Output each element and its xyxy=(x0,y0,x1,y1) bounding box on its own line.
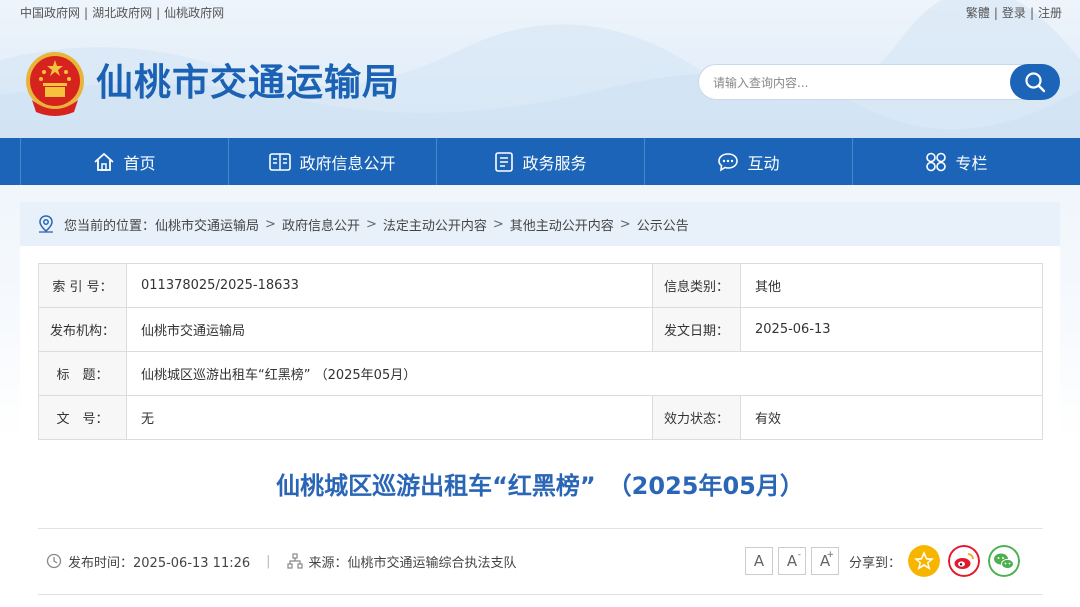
table-row: 文 号： 无 效力状态： 有效 xyxy=(38,395,1043,440)
org-value: 仙桃市交通运输局 xyxy=(126,307,653,352)
category-label: 信息类别： xyxy=(652,263,741,308)
docno-label: 文 号： xyxy=(38,395,127,440)
status-label: 效力状态： xyxy=(652,395,741,440)
nav-home[interactable]: 首页 xyxy=(20,138,229,185)
table-row: 发布机构： 仙桃市交通运输局 发文日期： 2025-06-13 xyxy=(38,307,1043,352)
divider xyxy=(38,594,1043,595)
docno-value: 无 xyxy=(126,395,653,440)
traditional-chinese-link[interactable]: 繁體 xyxy=(966,6,990,20)
nav-info-open-label: 政府信息公开 xyxy=(299,153,396,173)
nav-column-label: 专栏 xyxy=(955,153,988,173)
breadcrumb-item[interactable]: 其他主动公开内容 xyxy=(510,215,614,234)
date-value: 2025-06-13 xyxy=(740,307,1043,352)
divider xyxy=(38,528,1043,529)
search-button[interactable] xyxy=(1010,64,1060,100)
font-default-button[interactable]: A xyxy=(745,547,773,575)
nav-interact-label: 互动 xyxy=(747,153,780,173)
location-pin-icon xyxy=(39,215,53,233)
search-input[interactable] xyxy=(713,73,993,93)
search-icon xyxy=(1025,72,1046,93)
font-size-controls: A A- A + xyxy=(745,547,839,575)
status-value: 有效 xyxy=(740,395,1043,440)
breadcrumb-item[interactable]: 公示公告 xyxy=(637,215,689,234)
home-icon xyxy=(94,152,115,171)
grid-icon xyxy=(926,152,947,171)
font-decrease-button[interactable]: A- xyxy=(778,547,806,575)
login-link[interactable]: 登录 xyxy=(1002,6,1026,20)
site-name[interactable]: 仙桃市交通运输局 xyxy=(96,60,400,106)
weibo-share-icon[interactable] xyxy=(948,545,980,577)
metadata-table: 索 引 号： 011378025/2025-18633 信息类别： 其他 发布机… xyxy=(38,263,1043,440)
main-nav: 首页 政府信息公开 政务服务 互动 专栏 xyxy=(0,138,1080,185)
index-label: 索 引 号： xyxy=(38,263,127,308)
nav-interact[interactable]: 互动 xyxy=(645,138,853,185)
article-title: 仙桃城区巡游出租车“红黑榜” （2025年05月） xyxy=(276,472,804,500)
link-hubei-gov[interactable]: 湖北政府网 xyxy=(92,6,152,20)
nav-service[interactable]: 政务服务 xyxy=(437,138,645,185)
breadcrumb: 您当前的位置： 仙桃市交通运输局 > 政府信息公开 > 法定主动公开内容 > 其他主动… xyxy=(20,202,1060,246)
org-label: 发布机构： xyxy=(38,307,127,352)
clock-icon xyxy=(46,553,62,569)
font-increase-button[interactable]: A + xyxy=(811,547,839,575)
nav-service-label: 政务服务 xyxy=(522,153,587,173)
info-open-icon xyxy=(269,152,292,171)
article-info: 发布时间：2025-06-13 11:26 | 来源：仙桃市交通运输综合执法支队 xyxy=(46,551,517,571)
category-value: 其他 xyxy=(740,263,1043,308)
nav-column[interactable]: 专栏 xyxy=(853,138,1060,185)
title-value: 仙桃城区巡游出租车“红黑榜” （2025年05月） xyxy=(126,351,1043,396)
qzone-share-icon[interactable] xyxy=(908,545,940,577)
search-box xyxy=(698,64,1060,100)
title-label: 标 题： xyxy=(38,351,127,396)
national-emblem-icon xyxy=(26,52,84,116)
breadcrumb-prefix: 您当前的位置： xyxy=(64,218,156,234)
breadcrumb-item[interactable]: 仙桃市交通运输局 xyxy=(155,215,259,234)
top-right-links: 繁體 | 登录 | 注册 xyxy=(965,6,1062,20)
chat-icon xyxy=(718,152,739,172)
share-label: 分享到： xyxy=(849,556,902,571)
top-links: 中国政府网 | 湖北政府网 | 仙桃政府网 xyxy=(20,6,225,20)
breadcrumb-item[interactable]: 政府信息公开 xyxy=(282,215,360,234)
index-value: 011378025/2025-18633 xyxy=(126,263,653,308)
table-row: 索 引 号： 011378025/2025-18633 信息类别： 其他 xyxy=(38,263,1043,308)
link-china-gov[interactable]: 中国政府网 xyxy=(20,6,80,20)
wechat-share-icon[interactable] xyxy=(988,545,1020,577)
register-link[interactable]: 注册 xyxy=(1038,6,1062,20)
nav-home-label: 首页 xyxy=(123,153,156,173)
breadcrumb-item[interactable]: 法定主动公开内容 xyxy=(383,215,487,234)
table-row: 标 题： 仙桃城区巡游出租车“红黑榜” （2025年05月） xyxy=(38,351,1043,396)
source-icon xyxy=(286,553,303,569)
service-doc-icon xyxy=(495,151,514,172)
date-label: 发文日期： xyxy=(652,307,741,352)
article-source: 来源：仙桃市交通运输综合执法支队 xyxy=(308,555,517,571)
site-header: 中国政府网 | 湖北政府网 | 仙桃政府网 繁體 | 登录 | 注册 仙桃市交通运输局 xyxy=(0,0,1080,138)
nav-info-open[interactable]: 政府信息公开 xyxy=(229,138,437,185)
link-xiantao-gov[interactable]: 仙桃政府网 xyxy=(164,6,224,20)
publish-time: 发布时间：2025-06-13 11:26 xyxy=(68,555,251,571)
